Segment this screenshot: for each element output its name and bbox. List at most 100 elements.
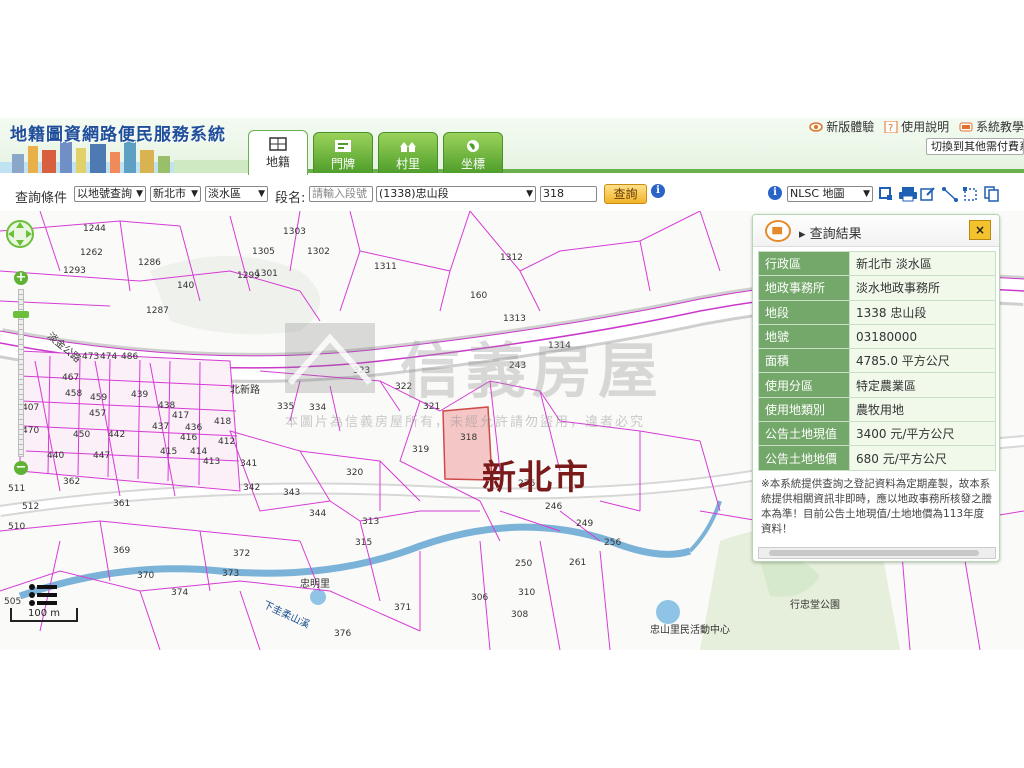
edit-icon[interactable] [920,186,936,202]
parcel-label: 343 [283,488,301,498]
row-key: 使用分區 [758,372,850,398]
district-value: 淡水區 [208,187,241,200]
table-row: 使用地類別 農牧用地 [758,396,996,423]
print-icon[interactable] [898,186,918,202]
basemap-value: NLSC 地圖 [790,187,845,200]
basemap-info-icon[interactable]: i [768,186,782,200]
parcel-label: 372 [233,549,251,559]
parcel-number-input[interactable]: 318 [540,186,597,202]
parcel-label: 321 [423,402,441,412]
table-row: 公告土地現值 3400 元/平方公尺 [758,421,996,447]
zoom-slider-thumb[interactable] [13,311,29,318]
place-label-park: 行忠堂公園 [790,600,840,611]
switch-service-select[interactable]: 切換到其他需付費系統 [926,138,1024,155]
parcel-label: 415 [160,447,178,457]
row-key: 使用地類別 [758,396,850,423]
parcel-label: 1262 [80,248,103,258]
parcel-label: 362 [63,477,81,487]
close-icon[interactable]: × [969,220,991,240]
tab-label: 門牌 [330,157,355,171]
measure-line-icon[interactable] [942,186,958,202]
basemap-select[interactable]: NLSC 地圖 ▼ [787,186,873,202]
chevron-down-icon: ▼ [191,189,198,199]
parcel-label: 256 [604,538,622,548]
parcel-label: 371 [394,603,412,613]
query-button[interactable]: 查詢 [604,184,647,204]
district-select[interactable]: 淡水區 ▼ [205,186,268,202]
result-scrollbar[interactable] [758,547,996,559]
app-title: 地籍圖資網路便民服務系統 [10,125,226,145]
table-row: 面積 4785.0 平方公尺 [758,348,996,374]
new-version-label: 新版體驗 [826,120,875,134]
city-select[interactable]: 新北市 ▼ [150,186,201,202]
parcel-label: 458 [65,389,83,399]
new-version-link[interactable]: 新版體驗 [809,118,874,135]
parcel-label: 335 [277,402,295,412]
parcel-label: 374 [171,588,189,598]
svg-text:?: ? [888,123,893,133]
row-value: 1338 忠山段 [849,299,996,325]
measure-area-icon[interactable] [963,186,979,202]
table-row: 地號 03180000 [758,323,996,350]
parcel-label: 342 [243,483,261,493]
row-key: 地號 [758,323,850,350]
parcel-label: 413 [203,457,221,467]
parcel-label: 320 [346,468,364,478]
row-value: 4785.0 平方公尺 [849,348,996,374]
help-link[interactable]: ? 使用說明 [884,118,949,135]
table-row: 地政事務所 淡水地政事務所 [758,275,996,301]
parcel-label: 249 [576,519,594,529]
zoom-in-button[interactable]: + [14,271,28,285]
pan-control-icon[interactable] [5,219,35,249]
result-panel: ▸ 查詢結果 × 行政區 新北市 淡水區 地政事務所 淡水地政事務所 地段 1338 … [752,214,1000,562]
chevron-down-icon: ▼ [526,189,533,199]
table-row: 行政區 新北市 淡水區 [758,250,996,277]
help-icon: ? [884,121,898,133]
parcel-label: 334 [309,403,327,413]
parcel-label: 1312 [500,253,523,263]
help-label: 使用說明 [901,120,950,134]
tutorial-link[interactable]: 系統教學 [959,118,1024,135]
parcel-label: 505 [4,597,22,607]
copy-icon[interactable] [984,186,1000,202]
parcel-label: 1311 [374,262,397,272]
tab-label: 村里 [395,157,420,171]
section-label: 段名: [275,191,306,206]
result-title: ▸ 查詢結果 [799,227,862,242]
parcel-label: 1244 [83,224,106,234]
row-value: 特定農業區 [849,372,996,398]
tab-coordinate[interactable]: 坐標 [443,132,503,173]
parcel-label: 467 [62,373,80,383]
parcel-label: 261 [569,558,587,568]
row-key: 地段 [758,299,850,325]
section-select[interactable]: (1338)忠山段 ▼ [376,186,536,202]
place-label-zhongming: 忠明里 [300,579,330,590]
zoom-out-button[interactable]: − [14,461,28,475]
row-key: 行政區 [758,250,850,277]
query-mode-select[interactable]: 以地號查詢 ▼ [74,186,146,202]
parcel-label: 160 [470,291,488,301]
layer-toggle-icon[interactable] [878,186,894,202]
parcel-label: 437 [152,422,170,432]
tab-parcel[interactable]: 地籍 [248,130,308,175]
parcel-label: 511 [8,484,26,494]
district-label: 新北市 [482,458,590,498]
scrollbar-thumb[interactable] [769,550,979,556]
parcel-label: 438 [158,401,176,411]
row-value: 03180000 [849,323,996,350]
parcel-label: 315 [355,538,373,548]
parcel-label: 418 [214,417,232,427]
result-header: ▸ 查詢結果 × [753,215,999,247]
tab-village[interactable]: 村里 [378,132,438,173]
row-key: 地政事務所 [758,275,850,301]
parcel-label: 140 [177,281,195,291]
info-icon[interactable]: i [651,184,665,198]
new-version-icon [809,122,824,132]
parcel-label: 246 [545,502,563,512]
section-number-input[interactable]: 請輸入段號 [309,186,373,202]
layers-icon[interactable] [28,583,60,609]
parcel-label: 306 [471,593,489,603]
parcel-label: 1313 [503,314,526,324]
parcel-label: 1305 [252,247,275,257]
tab-doorplate[interactable]: 門牌 [313,132,373,173]
